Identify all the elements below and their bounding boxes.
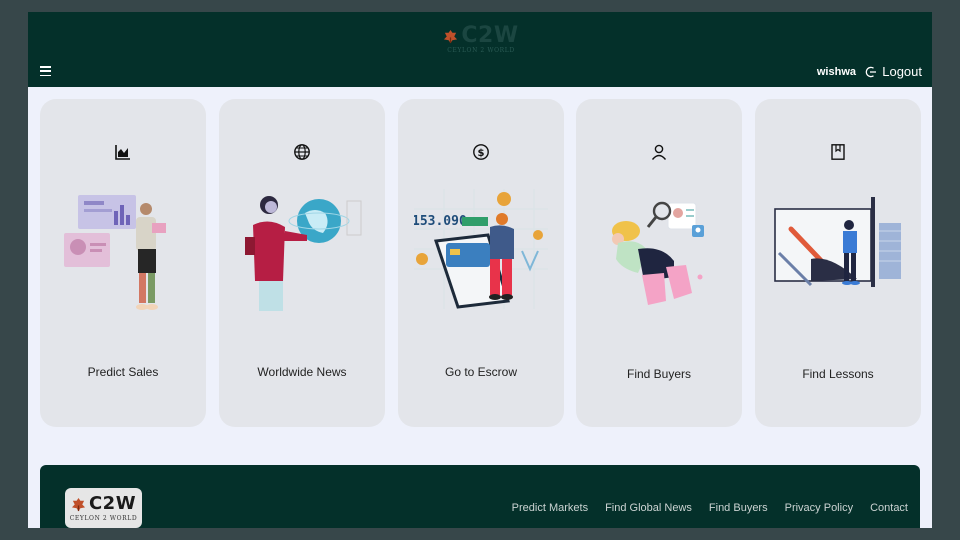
header-brand-text: C2W <box>461 23 519 48</box>
escrow-number: 153.090 <box>414 214 467 229</box>
card-label: Find Lessons <box>802 367 874 381</box>
footer-link-privacy-policy[interactable]: Privacy Policy <box>785 502 853 514</box>
footer-logo[interactable]: C2W CEYLON 2 WORLD <box>65 488 142 528</box>
app-window: C2W CEYLON 2 WORLD wishwa Logout Predict… <box>28 12 932 528</box>
header-brand-subtitle: CEYLON 2 WORLD <box>447 46 515 54</box>
worldwide-news-illustration <box>245 196 362 311</box>
leaf-logo-icon <box>444 29 458 43</box>
find-buyers-illustration <box>612 201 704 305</box>
card-label: Worldwide News <box>257 365 347 379</box>
page-footer: C2W CEYLON 2 WORLD Predict Markets Find … <box>40 465 920 528</box>
logout-button[interactable]: Logout <box>865 64 922 79</box>
header-logo[interactable]: C2W CEYLON 2 WORLD <box>442 24 520 60</box>
escrow-illustration: 153.090 <box>414 189 548 309</box>
footer-brand-text: C2W <box>88 493 137 514</box>
hamburger-menu-icon[interactable] <box>40 66 52 78</box>
top-header: C2W CEYLON 2 WORLD wishwa Logout <box>28 12 932 87</box>
dollar-icon: $ <box>473 144 489 160</box>
card-worldwide-news[interactable]: Worldwide News <box>219 99 385 427</box>
logout-icon <box>865 66 877 77</box>
chart-icon <box>115 145 130 160</box>
svg-text:$: $ <box>478 148 485 159</box>
card-find-buyers[interactable]: Find Buyers <box>576 99 742 427</box>
footer-link-find-global-news[interactable]: Find Global News <box>605 502 692 514</box>
user-icon <box>651 144 667 160</box>
logo-mark: C2W <box>443 24 518 48</box>
username-label: wishwa <box>816 66 856 78</box>
card-label: Go to Escrow <box>444 365 518 379</box>
footer-link-contact[interactable]: Contact <box>870 502 908 514</box>
globe-icon <box>294 144 310 160</box>
card-go-to-escrow[interactable]: $ 153.090 Go to Escrow <box>398 99 564 427</box>
logout-label: Logout <box>882 64 922 79</box>
footer-logo-mark: C2W <box>71 493 136 515</box>
footer-link-find-buyers[interactable]: Find Buyers <box>709 502 768 514</box>
predict-sales-illustration <box>64 195 166 310</box>
book-icon <box>831 144 845 160</box>
card-label: Find Buyers <box>626 367 692 381</box>
footer-brand-subtitle: CEYLON 2 WORLD <box>69 514 138 522</box>
leaf-logo-icon <box>71 497 86 511</box>
footer-nav: Predict Markets Find Global News Find Bu… <box>512 502 908 514</box>
card-predict-sales[interactable]: Predict Sales <box>40 99 206 427</box>
card-label: Predict Sales <box>87 365 159 379</box>
footer-link-predict-markets[interactable]: Predict Markets <box>512 502 588 514</box>
find-lessons-illustration <box>774 197 901 287</box>
card-find-lessons[interactable]: Find Lessons <box>755 99 921 427</box>
